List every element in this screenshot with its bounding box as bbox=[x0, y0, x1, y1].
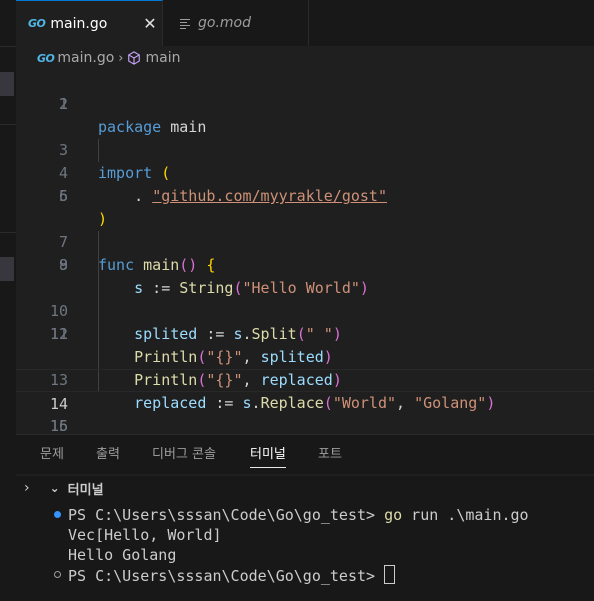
code-line: 4 . "github.com/myyrakle/gost" bbox=[16, 139, 594, 205]
tab-go-mod[interactable]: go.mod bbox=[163, 0, 309, 46]
terminal-line: PS C:\Users\sssan\Code\Go\go_test> bbox=[68, 565, 396, 585]
terminal-line: Hello Golang bbox=[68, 546, 177, 564]
code-line: 7 func main() { bbox=[16, 208, 594, 274]
tab-problems[interactable]: 문제 bbox=[40, 435, 64, 475]
tab-output[interactable]: 출력 bbox=[96, 435, 120, 475]
tab-terminal-label: 터미널 bbox=[250, 447, 286, 462]
code-line: 2 bbox=[16, 93, 594, 116]
breadcrumb: GO main.go › main bbox=[16, 46, 594, 70]
strip-divider bbox=[0, 46, 16, 47]
code-line: 8 s := String("Hello World") bbox=[16, 231, 594, 297]
tab-label: main.go bbox=[50, 15, 108, 32]
terminal-section-header[interactable]: › ⌄ 터미널 bbox=[16, 476, 594, 500]
list-icon bbox=[180, 18, 190, 29]
code-line: 12 bbox=[16, 323, 594, 346]
chevron-down-icon[interactable]: ⌄ bbox=[50, 481, 60, 495]
code-line: 13 replaced := s.Replace("World", "Golan… bbox=[16, 346, 594, 412]
line-number: 6 bbox=[58, 187, 68, 205]
line-number: 2 bbox=[58, 95, 68, 113]
code-line: 11 Println("{}", splited) bbox=[16, 300, 594, 366]
code-editor[interactable]: 1 package main 2 3 import ( 4 . "github.… bbox=[16, 70, 594, 458]
code-line: 15 } bbox=[16, 392, 594, 458]
code-line: 6 bbox=[16, 185, 594, 208]
code-line: 3 import ( bbox=[16, 116, 594, 182]
breadcrumb-symbol[interactable]: main bbox=[145, 50, 180, 66]
breadcrumb-file[interactable]: main.go bbox=[57, 50, 114, 66]
chevron-right-icon: › bbox=[118, 50, 124, 66]
cube-icon bbox=[128, 51, 141, 65]
line-number: 12 bbox=[49, 325, 68, 343]
active-tab-indicator bbox=[250, 467, 286, 468]
tab-terminal[interactable]: 터미널 bbox=[250, 435, 286, 475]
tab-label: go.mod bbox=[198, 15, 251, 31]
command-pending-dot[interactable] bbox=[54, 571, 61, 578]
line-number: 9 bbox=[58, 256, 68, 274]
terminal-line: Vec[Hello, World] bbox=[68, 526, 222, 544]
close-icon[interactable]: ✕ bbox=[138, 14, 162, 33]
terminal-title: 터미널 bbox=[67, 482, 104, 498]
terminal-cursor bbox=[384, 565, 396, 584]
command-success-dot[interactable] bbox=[54, 511, 61, 518]
code-line-current: 14 Println("{}", replaced) bbox=[16, 369, 594, 413]
code-line: 1 package main bbox=[16, 70, 594, 136]
tab-debug-console[interactable]: 디버그 콘솔 bbox=[152, 435, 216, 475]
tab-main-go[interactable]: GO main.go ✕ bbox=[16, 0, 163, 46]
panel-tab-bar: 문제 출력 디버그 콘솔 터미널 포트 bbox=[16, 434, 594, 474]
terminal-line: PS C:\Users\sssan\Code\Go\go_test> go ru… bbox=[68, 506, 529, 524]
chevron-right-icon[interactable]: › bbox=[24, 480, 30, 496]
editor-tab-bar: GO main.go ✕ go.mod bbox=[16, 0, 594, 46]
go-file-icon: GO bbox=[37, 51, 55, 65]
tab-ports[interactable]: 포트 bbox=[318, 435, 342, 475]
code-line: 9 bbox=[16, 254, 594, 277]
code-line: 10 splited := s.Split(" ") bbox=[16, 277, 594, 343]
strip-divider bbox=[0, 124, 16, 125]
terminal-output[interactable]: PS C:\Users\sssan\Code\Go\go_test> go ru… bbox=[16, 500, 594, 601]
go-file-icon: GO bbox=[28, 17, 46, 30]
code-line: 5 ) bbox=[16, 162, 594, 228]
